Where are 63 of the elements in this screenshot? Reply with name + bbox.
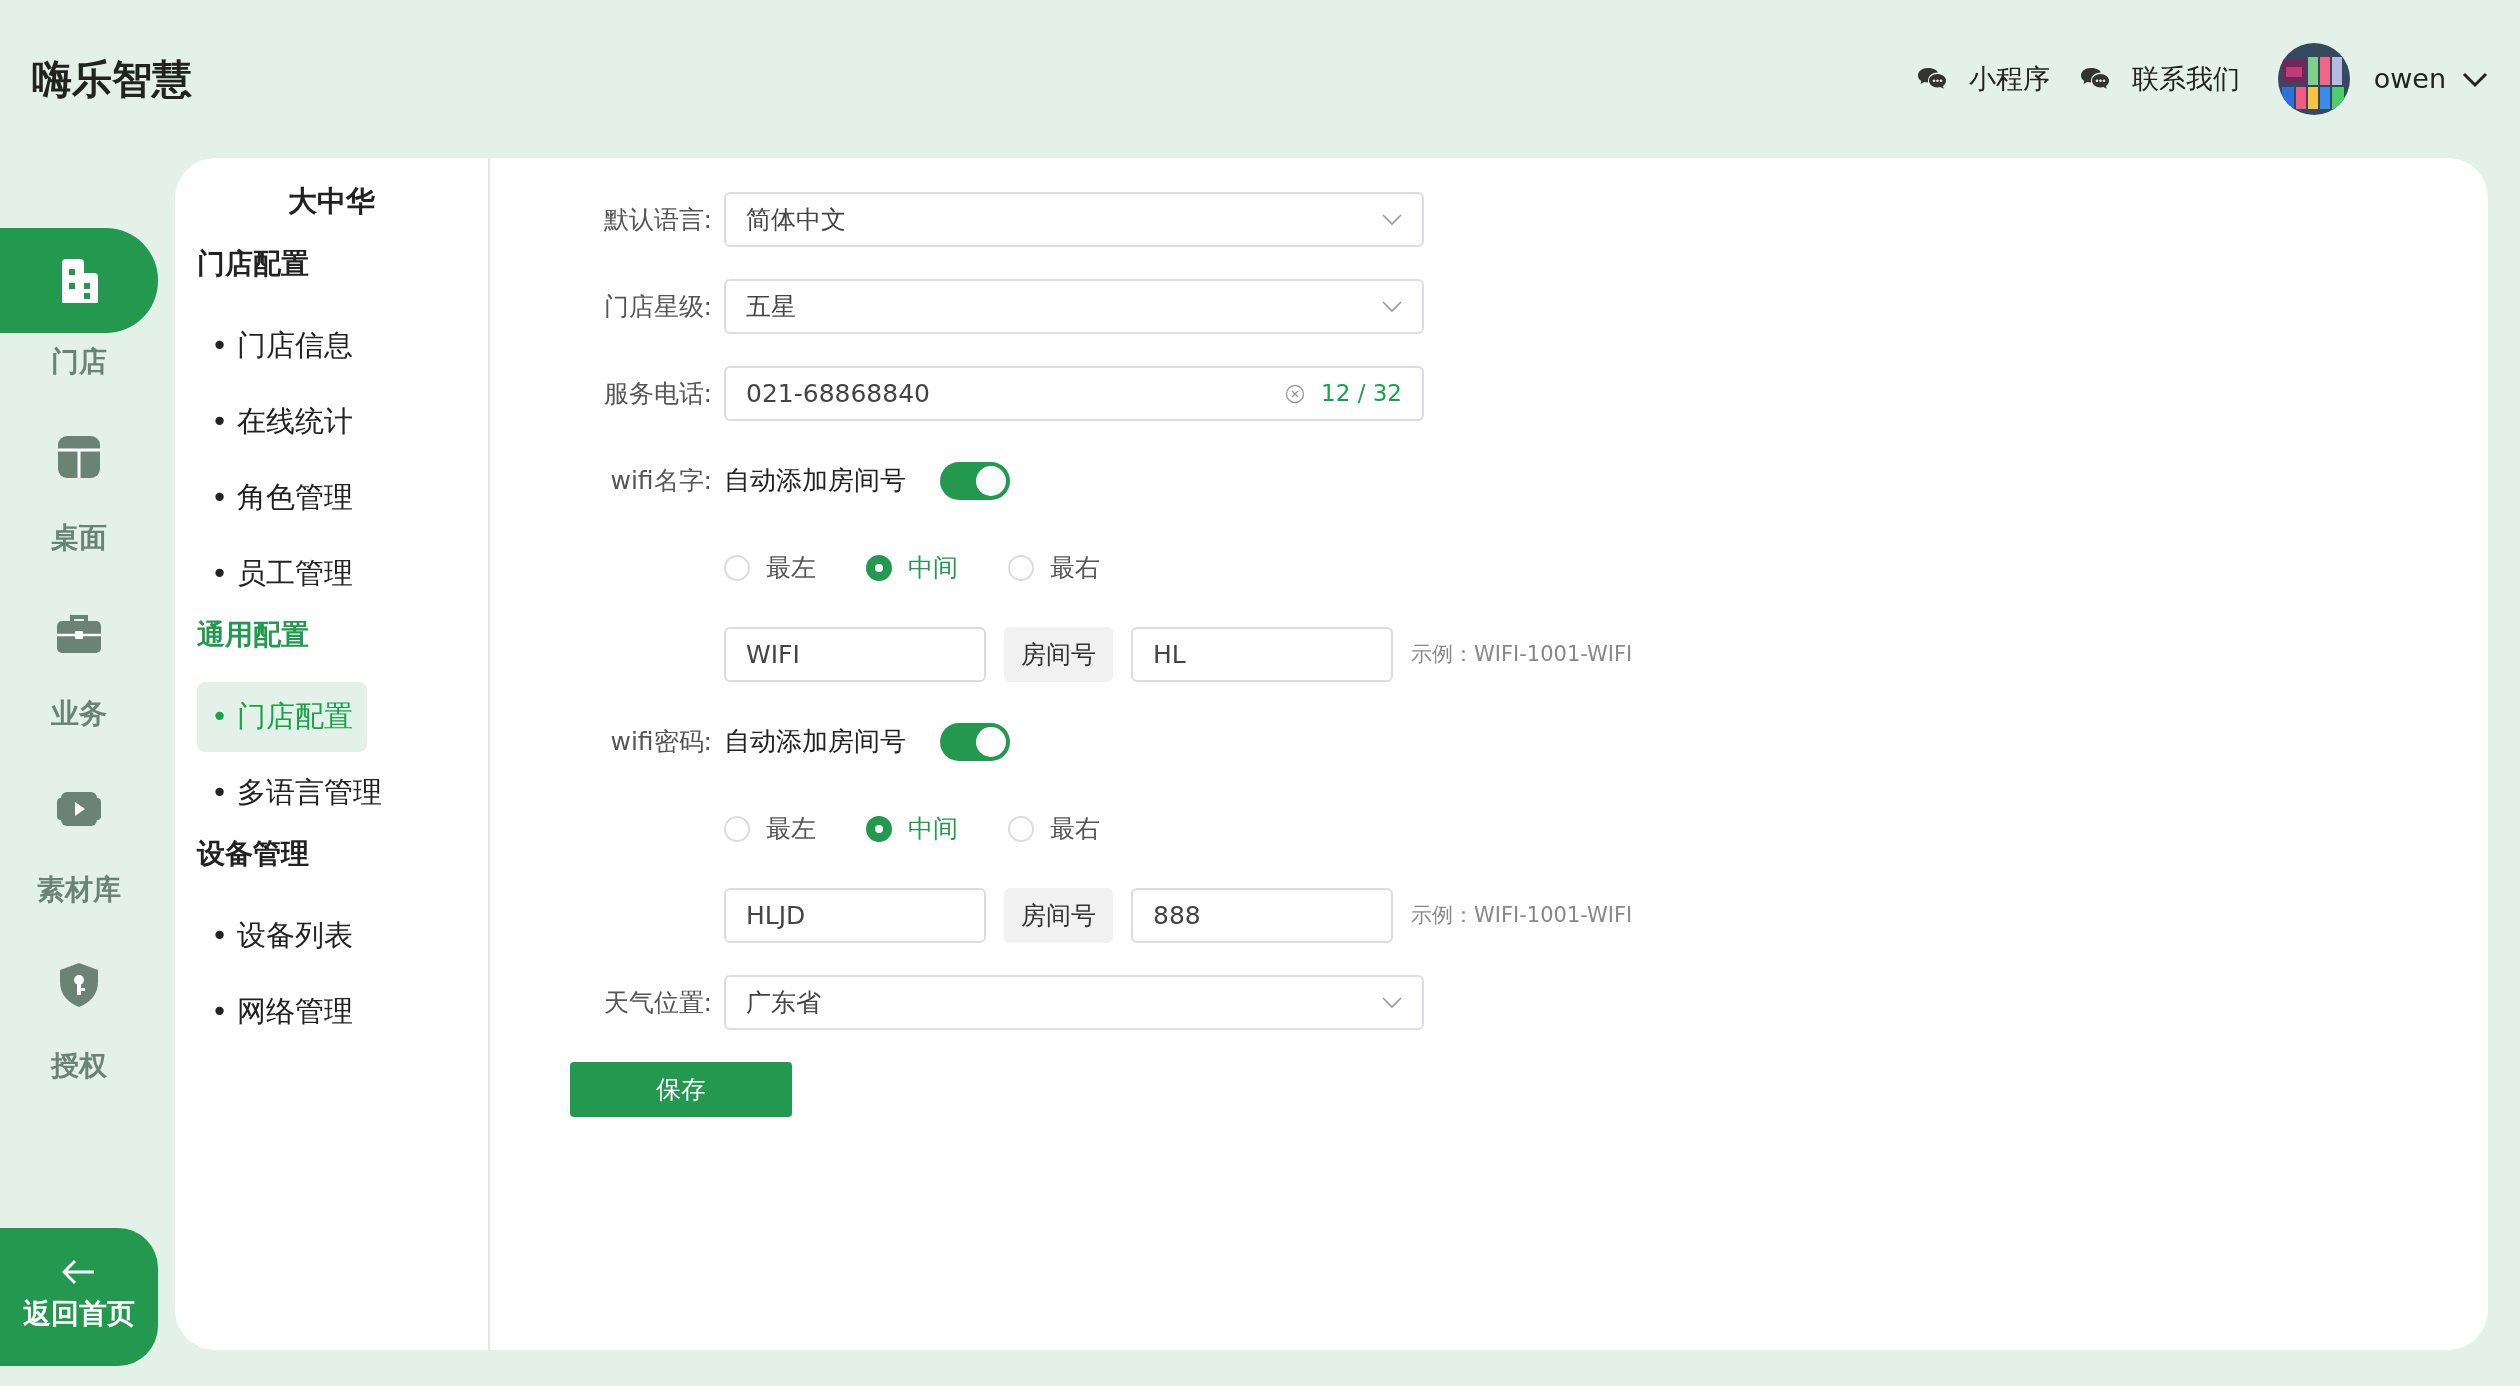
chevron-down-icon [1382, 300, 1402, 313]
store-name: 大中华 [287, 186, 376, 220]
shield-key-icon [60, 962, 98, 1007]
radio-option[interactable]: 最右 [1008, 548, 1100, 587]
menu-group-title: 通用配置 [197, 617, 310, 653]
back-home-button[interactable]: 返回首页 [0, 1228, 158, 1366]
field-label: 门店星级: [602, 290, 713, 323]
chat-icon [1916, 67, 1947, 91]
chevron-down-icon [1382, 996, 1402, 1009]
save-button[interactable]: 保存 [570, 1062, 792, 1117]
input-field[interactable]: 888 [1131, 888, 1393, 943]
header-link[interactable]: 联系我们 [2125, 57, 2246, 101]
menu-group-title: 设备管理 [197, 836, 310, 872]
input-field[interactable]: WIFI [724, 627, 986, 682]
building-icon [60, 258, 98, 303]
field-label: 天气位置: [602, 986, 713, 1019]
select-field[interactable]: 五星 [724, 279, 1424, 334]
rail-tab[interactable]: 桌面 [0, 404, 158, 580]
select-field[interactable]: 广东省 [724, 975, 1424, 1030]
menu-group-title: 门店配置 [197, 246, 310, 282]
radio-option[interactable]: 中间 [866, 548, 958, 587]
menu-item[interactable]: • 在线统计 [197, 387, 368, 457]
radio-option[interactable]: 最左 [724, 809, 816, 848]
briefcase-icon [57, 612, 101, 653]
select-field[interactable]: 简体中文 [724, 192, 1424, 247]
radio-option[interactable]: 中间 [866, 809, 958, 848]
rail-tab[interactable]: 素材库 [0, 756, 158, 932]
room-number-tag: 房间号 [1004, 627, 1113, 682]
chat-icon [2079, 67, 2110, 91]
example-hint: 示例：WIFI-1001-WIFI [1411, 640, 1633, 668]
toggle-switch[interactable] [940, 461, 1010, 500]
app-title: 嗨乐智慧 [32, 55, 192, 104]
clear-icon[interactable] [1285, 383, 1306, 404]
header-link[interactable]: 小程序 [1962, 57, 2056, 101]
rail-tab[interactable]: 授权 [0, 932, 158, 1108]
menu-item[interactable]: • 员工管理 [197, 539, 368, 609]
menu-item[interactable]: • 网络管理 [197, 977, 368, 1047]
menu-item[interactable]: • 设备列表 [197, 901, 368, 971]
toggle-label: 自动添加房间号 [724, 464, 906, 497]
room-number-tag: 房间号 [1004, 888, 1113, 943]
chevron-down-icon [1382, 213, 1402, 226]
radio-option[interactable]: 最右 [1008, 809, 1100, 848]
menu-item[interactable]: • 门店信息 [197, 311, 368, 381]
example-hint: 示例：WIFI-1001-WIFI [1411, 901, 1633, 929]
input-field[interactable]: HL [1131, 627, 1393, 682]
user-name[interactable]: owen [2373, 58, 2446, 100]
toggle-switch[interactable] [940, 722, 1010, 761]
char-counter: 12 / 32 [1321, 379, 1402, 409]
rail-tab[interactable]: 业务 [0, 580, 158, 756]
radio-option[interactable]: 最左 [724, 548, 816, 587]
phone-field[interactable]: 021-68868840 12 / 32 [724, 366, 1424, 421]
video-icon [57, 791, 101, 826]
field-label: 默认语言: [602, 203, 713, 236]
toggle-label: 自动添加房间号 [724, 725, 906, 758]
input-field[interactable]: HLJD [724, 888, 986, 943]
field-label: 服务电话: [602, 377, 713, 410]
menu-item[interactable]: • 角色管理 [197, 463, 368, 533]
menu-item[interactable]: • 多语言管理 [197, 758, 397, 828]
arrow-left-icon [62, 1259, 96, 1285]
table-icon [58, 435, 100, 478]
field-label: wifi密码: [609, 725, 713, 758]
chevron-down-icon[interactable] [2462, 72, 2488, 88]
field-label: wifi名字: [609, 464, 713, 497]
